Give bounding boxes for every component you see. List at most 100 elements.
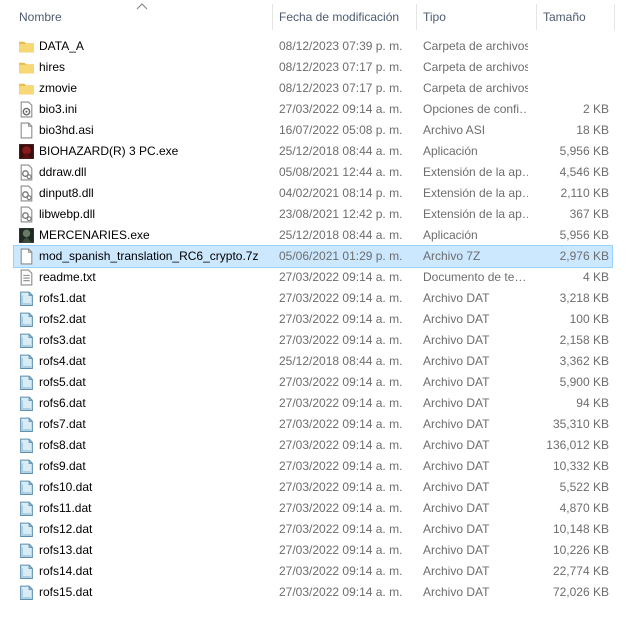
file-size: 4,546 KB <box>559 165 609 179</box>
column-divider[interactable] <box>416 4 417 30</box>
file-date: 27/03/2022 09:14 a. m. <box>279 585 403 599</box>
column-divider[interactable] <box>614 4 615 30</box>
biohazard-app-icon <box>18 143 35 160</box>
column-divider[interactable] <box>272 4 273 30</box>
file-row[interactable]: rofs14.dat 27/03/2022 09:14 a. m. Archivo … <box>14 561 612 582</box>
file-row[interactable]: ddraw.dll 05/08/2021 12:44 a. m. Extensión… <box>14 162 612 183</box>
file-row[interactable]: rofs4.dat 25/12/2018 08:44 a. m. Archivo D… <box>14 351 612 372</box>
file-size: 3,362 KB <box>559 354 609 368</box>
file-name: dinput8.dll <box>39 186 94 200</box>
file-type: Extensión de la ap… <box>423 165 528 179</box>
file-type: Carpeta de archivos <box>423 60 528 74</box>
mercenaries-app-icon <box>18 227 35 244</box>
file-date: 27/03/2022 09:14 a. m. <box>279 102 403 116</box>
dll-file-icon <box>18 164 35 181</box>
file-date: 27/03/2022 09:14 a. m. <box>279 543 403 557</box>
file-row[interactable]: rofs13.dat 27/03/2022 09:14 a. m. Archivo … <box>14 540 612 561</box>
folder-icon <box>18 80 35 97</box>
file-type: Archivo DAT <box>423 501 490 515</box>
file-type: Opciones de confi… <box>423 102 528 116</box>
file-size: 5,956 KB <box>559 228 609 242</box>
file-name: rofs4.dat <box>39 354 86 368</box>
dat-file-icon <box>18 479 35 496</box>
file-row[interactable]: BIOHAZARD(R) 3 PC.exe 25/12/2018 08:44 a.… <box>14 141 612 162</box>
file-date: 23/08/2021 12:42 p. m. <box>279 207 403 221</box>
column-header-date[interactable]: Fecha de modificación <box>279 0 399 35</box>
dat-file-icon <box>18 542 35 559</box>
folder-icon <box>18 38 35 55</box>
file-date: 27/03/2022 09:14 a. m. <box>279 312 403 326</box>
file-name: libwebp.dll <box>39 207 96 221</box>
file-size: 35,310 KB <box>552 417 609 431</box>
file-date: 08/12/2023 07:17 p. m. <box>279 81 403 95</box>
file-size: 136,012 KB <box>546 438 609 452</box>
file-type: Aplicación <box>423 228 478 242</box>
file-name: rofs8.dat <box>39 438 86 452</box>
file-name: zmovie <box>39 81 78 95</box>
file-row[interactable]: rofs5.dat 27/03/2022 09:14 a. m. Archivo D… <box>14 372 612 393</box>
file-name: hires <box>39 60 66 74</box>
file-size: 3,218 KB <box>559 291 609 305</box>
file-name: rofs2.dat <box>39 312 86 326</box>
file-name: bio3hd.asi <box>39 123 94 137</box>
file-date: 27/03/2022 09:14 a. m. <box>279 564 403 578</box>
file-size: 2 KB <box>582 102 609 116</box>
file-size: 4 KB <box>582 270 609 284</box>
file-row[interactable]: rofs8.dat 27/03/2022 09:14 a. m. Archivo D… <box>14 435 612 456</box>
file-type: Archivo DAT <box>423 291 490 305</box>
folder-icon <box>18 59 35 76</box>
column-header-size[interactable]: Tamaño <box>543 0 586 35</box>
file-row[interactable]: rofs12.dat 27/03/2022 09:14 a. m. Archivo … <box>14 519 612 540</box>
column-header-type[interactable]: Tipo <box>423 0 446 35</box>
text-file-icon <box>18 269 35 286</box>
dat-file-icon <box>18 521 35 538</box>
file-size: 2,110 KB <box>560 186 609 200</box>
dll-file-icon <box>18 206 35 223</box>
file-name: mod_spanish_translation_RC6_crypto.7z <box>39 249 259 263</box>
file-name: rofs12.dat <box>39 522 93 536</box>
file-row[interactable]: libwebp.dll 23/08/2021 12:42 p. m. Extensi… <box>14 204 612 225</box>
file-row[interactable]: rofs10.dat 27/03/2022 09:14 a. m. Archivo … <box>14 477 612 498</box>
file-size: 100 KB <box>569 312 609 326</box>
file-date: 27/03/2022 09:14 a. m. <box>279 438 403 452</box>
file-row[interactable]: rofs3.dat 27/03/2022 09:14 a. m. Archivo D… <box>14 330 612 351</box>
file-row[interactable]: rofs1.dat 27/03/2022 09:14 a. m. Archivo D… <box>14 288 612 309</box>
column-header-name[interactable]: Nombre <box>19 0 62 35</box>
column-divider[interactable] <box>536 4 537 30</box>
file-name: DATA_A <box>39 39 84 53</box>
file-date: 05/06/2021 01:29 p. m. <box>279 249 403 263</box>
file-type: Aplicación <box>423 144 478 158</box>
file-row[interactable]: bio3hd.asi 16/07/2022 05:08 p. m. Archivo … <box>14 120 612 141</box>
file-row[interactable]: dinput8.dll 04/02/2021 08:14 p. m. Extensi… <box>14 183 612 204</box>
file-date: 16/07/2022 05:08 p. m. <box>279 123 403 137</box>
file-row[interactable]: MERCENARIES.exe 25/12/2018 08:44 a. m. Apl… <box>14 225 612 246</box>
file-size: 10,332 KB <box>552 459 609 473</box>
file-size: 10,148 KB <box>552 522 609 536</box>
file-name: bio3.ini <box>39 102 78 116</box>
file-row[interactable]: mod_spanish_translation_RC6_crypto.7z 05/… <box>13 245 613 268</box>
file-row[interactable]: rofs2.dat 27/03/2022 09:14 a. m. Archivo D… <box>14 309 612 330</box>
file-row[interactable]: readme.txt 27/03/2022 09:14 a. m. Document… <box>14 267 612 288</box>
dat-file-icon <box>18 353 35 370</box>
file-row[interactable]: rofs15.dat 27/03/2022 09:14 a. m. Archivo … <box>14 582 612 603</box>
file-name: MERCENARIES.exe <box>39 228 150 242</box>
file-type: Documento de te… <box>423 270 527 284</box>
file-type: Extensión de la ap… <box>423 186 528 200</box>
file-row[interactable]: rofs11.dat 27/03/2022 09:14 a. m. Archivo … <box>14 498 612 519</box>
file-type: Archivo DAT <box>423 480 490 494</box>
file-row[interactable]: rofs7.dat 27/03/2022 09:14 a. m. Archivo D… <box>14 414 612 435</box>
file-row[interactable]: hires 08/12/2023 07:17 p. m. Carpeta de ar… <box>14 57 612 78</box>
file-type: Archivo DAT <box>423 543 490 557</box>
file-size <box>538 78 609 99</box>
file-row[interactable]: rofs6.dat 27/03/2022 09:14 a. m. Archivo D… <box>14 393 612 414</box>
file-name: rofs10.dat <box>39 480 93 494</box>
file-row[interactable]: zmovie 08/12/2023 07:17 p. m. Carpeta de a… <box>14 78 612 99</box>
file-date: 25/12/2018 08:44 a. m. <box>279 144 403 158</box>
file-row[interactable]: bio3.ini 27/03/2022 09:14 a. m. Opciones d… <box>14 99 612 120</box>
dat-file-icon <box>18 437 35 454</box>
file-date: 27/03/2022 09:14 a. m. <box>279 522 403 536</box>
file-date: 04/02/2021 08:14 p. m. <box>279 186 403 200</box>
file-row[interactable]: rofs9.dat 27/03/2022 09:14 a. m. Archivo D… <box>14 456 612 477</box>
file-row[interactable]: DATA_A 08/12/2023 07:39 p. m. Carpeta de a… <box>14 36 612 57</box>
file-name: rofs11.dat <box>39 501 92 515</box>
